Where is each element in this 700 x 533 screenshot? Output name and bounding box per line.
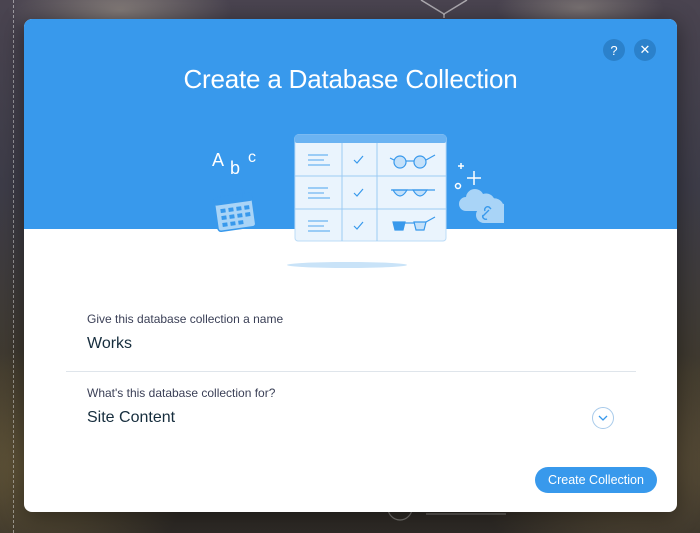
close-icon: ✕ <box>639 42 651 57</box>
dialog-title: Create a Database Collection <box>183 64 518 94</box>
help-button[interactable]: ? <box>603 39 625 61</box>
purpose-field-label: What's this database collection for? <box>87 386 276 400</box>
plus-icon <box>454 163 481 190</box>
purpose-dropdown[interactable]: Site Content <box>87 408 175 428</box>
editor-guide-line <box>13 0 14 533</box>
database-table-icon <box>294 134 447 242</box>
name-input[interactable]: Works <box>87 334 132 354</box>
dropdown-chevron[interactable] <box>592 407 614 429</box>
letter-b-icon: b <box>230 158 240 178</box>
close-button[interactable]: ✕ <box>634 39 656 61</box>
help-icon: ? <box>610 42 618 58</box>
database-illustration: A b c <box>212 134 504 268</box>
letter-a-icon: A <box>212 150 224 170</box>
cube-outline-icon <box>420 0 468 18</box>
link-cloud-icon <box>459 189 504 223</box>
chevron-down-icon <box>598 415 608 421</box>
create-collection-dialog: Create a Database Collection ? ✕ A b c G… <box>24 19 677 512</box>
field-divider <box>66 371 636 372</box>
create-collection-button[interactable]: Create Collection <box>535 467 657 493</box>
name-field-label: Give this database collection a name <box>87 312 284 326</box>
letter-c-icon: c <box>248 149 256 166</box>
calendar-icon <box>213 189 257 232</box>
